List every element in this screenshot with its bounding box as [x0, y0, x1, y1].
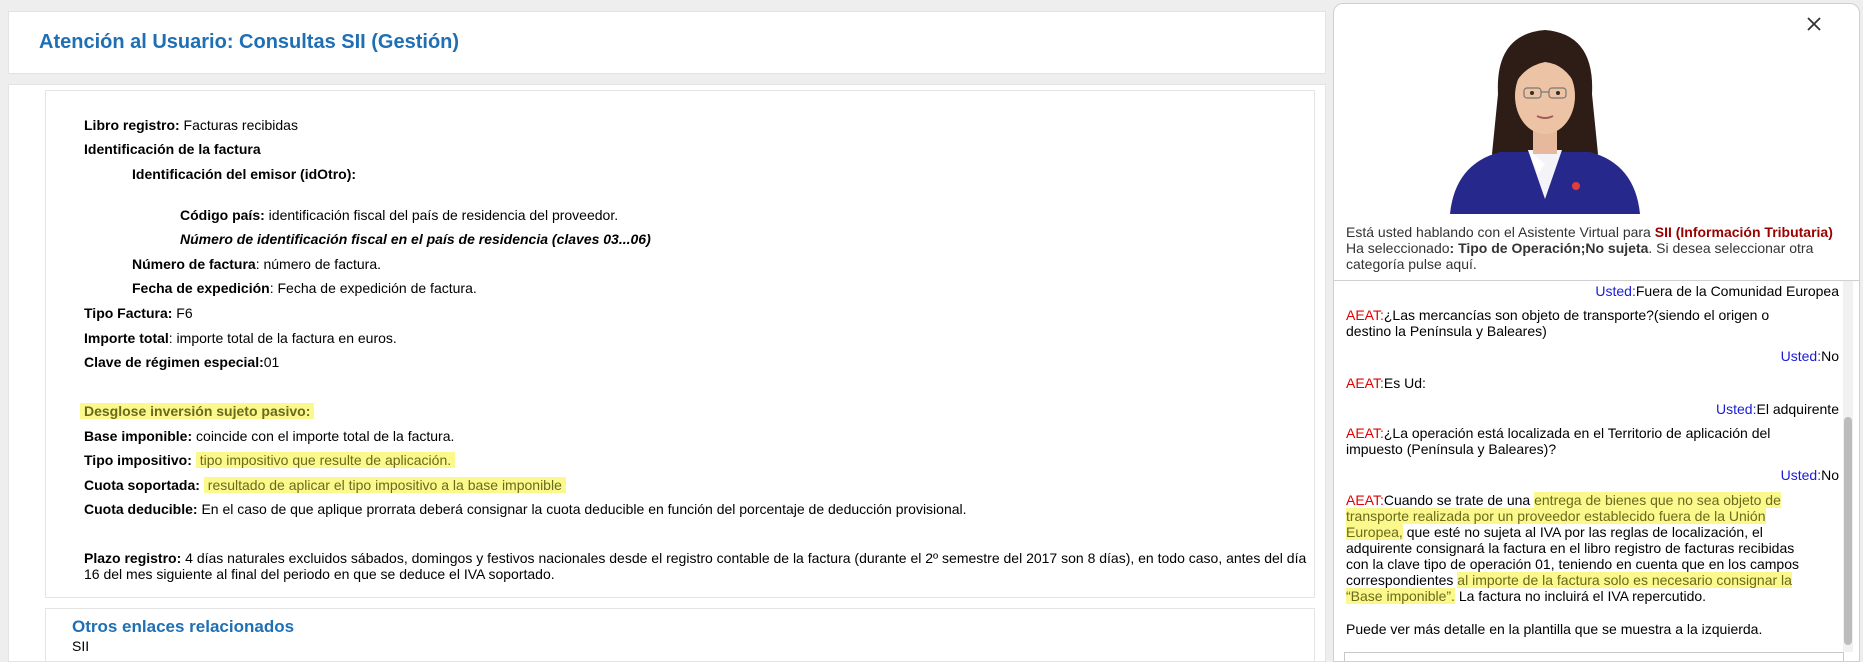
tipo-factura-label: Tipo Factura:	[84, 305, 173, 321]
tipo-factura-value: F6	[172, 305, 193, 321]
fecha-expedicion-line: Fecha de expedición: Fecha de expedición…	[132, 280, 477, 297]
bot-message-text: Cuando se trate de una	[1383, 492, 1535, 508]
identificacion-factura-label: Identificación de la factura	[84, 141, 261, 157]
importe-total-line: Importe total: importe total de la factu…	[84, 330, 397, 347]
aeat-tag: AEAT:	[1346, 492, 1384, 508]
close-icon[interactable]	[1802, 12, 1826, 36]
intro-sii: SII (Información Tributaria)	[1654, 224, 1833, 240]
numero-factura-line: Número de factura: número de factura.	[132, 256, 381, 273]
page-title: Atención al Usuario: Consultas SII (Gest…	[39, 31, 460, 53]
chat-scrollbar[interactable]	[1843, 281, 1853, 652]
plazo-registro: Plazo registro: 4 días naturales excluid…	[84, 550, 1314, 582]
libro-label: Libro registro:	[84, 117, 180, 133]
bot-message: AEAT:Cuando se trate de una entrega de b…	[1346, 492, 1816, 604]
clave-value: 01	[263, 354, 280, 370]
bot-message: AEAT:Es Ud:	[1346, 375, 1816, 391]
user-message: Usted:Fuera de la Comunidad Europea	[1595, 283, 1839, 299]
bot-message-text: La factura no incluirá el IVA repercutid…	[1454, 588, 1707, 604]
bot-message: AEAT:¿Las mercancías son objeto de trans…	[1346, 307, 1816, 339]
user-message: Usted:El adquirente	[1716, 401, 1839, 417]
user-message: Usted:No	[1781, 467, 1839, 483]
related-links-title: Otros enlaces relacionados	[72, 617, 295, 636]
plazo-label: Plazo registro:	[84, 550, 182, 566]
identificacion-emisor-label: Identificación del emisor (idOtro):	[132, 166, 357, 182]
aeat-tag: AEAT:	[1346, 375, 1384, 391]
tipo-impositivo-label: Tipo impositivo:	[84, 452, 192, 468]
codigo-pais-value: identificación fiscal del país de reside…	[264, 207, 619, 223]
user-message-text: No	[1821, 467, 1839, 483]
identificacion-factura: Identificación de la factura	[84, 141, 261, 158]
usted-tag: Usted:	[1716, 401, 1757, 417]
template-box: Libro registro: Facturas recibidas Ident…	[45, 90, 1315, 598]
tipo-factura-line: Tipo Factura: F6	[84, 305, 193, 322]
user-message: Usted:No	[1781, 348, 1839, 364]
intro-selected-category: : Tipo de Operación;No sujeta	[1449, 240, 1649, 256]
numero-factura-value: : número de factura.	[255, 256, 381, 272]
chat-input[interactable]	[1344, 652, 1844, 661]
identificacion-emisor: Identificación del emisor (idOtro):	[132, 166, 356, 183]
bot-message-text: ¿La operación está localizada en el Terr…	[1346, 425, 1771, 457]
base-imponible-line: Base imponible: coincide con el importe …	[84, 428, 454, 445]
plazo-value: 4 días naturales excluidos sábados, domi…	[84, 550, 1307, 582]
aeat-tag: AEAT:	[1346, 307, 1384, 323]
cuota-soportada-value: resultado de aplicar el tipo impositivo …	[203, 477, 566, 493]
fecha-value: : Fecha de expedición de factura.	[269, 280, 477, 296]
cuota-soportada-label: Cuota soportada:	[84, 477, 200, 493]
cuota-soportada-line: Cuota soportada: resultado de aplicar el…	[84, 477, 566, 494]
numero-factura-label: Número de factura	[132, 256, 256, 272]
importe-value: : importe total de la factura en euros.	[168, 330, 397, 346]
desglose-label: Desglose inversión sujeto pasivo:	[80, 403, 315, 419]
libro-registro-line: Libro registro: Facturas recibidas	[84, 117, 298, 134]
bot-message-text: Es Ud:	[1383, 375, 1426, 391]
user-message-text: No	[1821, 348, 1839, 364]
assistant-avatar	[1440, 24, 1650, 214]
clave-regimen-line: Clave de régimen especial:01	[84, 354, 279, 371]
base-label: Base imponible:	[84, 428, 193, 444]
codigo-pais-line: Código país: identificación fiscal del p…	[180, 207, 618, 224]
user-message-text: El adquirente	[1756, 401, 1839, 417]
cuota-deducible-label: Cuota deducible:	[84, 501, 198, 517]
related-link-sii[interactable]: SII	[72, 638, 89, 654]
intro-selected-text: Ha seleccionado	[1346, 240, 1450, 256]
clave-label: Clave de régimen especial:	[84, 354, 264, 370]
tipo-impositivo-line: Tipo impositivo: tipo impositivo que res…	[84, 452, 456, 469]
related-links-box: Otros enlaces relacionados SII	[45, 608, 1315, 661]
bot-message-text: ¿Las mercancías son objeto de transporte…	[1346, 307, 1770, 339]
usted-tag: Usted:	[1780, 467, 1822, 483]
cuota-deducible-value: En el caso de que aplique prorrata deber…	[197, 501, 967, 517]
base-value: coincide con el importe total de la fact…	[192, 428, 455, 444]
bot-message: AEAT:¿La operación está localizada en el…	[1346, 425, 1816, 457]
usted-tag: Usted:	[1780, 348, 1822, 364]
importe-label: Importe total	[84, 330, 169, 346]
libro-value: Facturas recibidas	[179, 117, 298, 133]
chat-log[interactable]: Usted:Fuera de la Comunidad Europea AEAT…	[1334, 280, 1859, 652]
user-message-text: Fuera de la Comunidad Europea	[1635, 283, 1839, 299]
desglose-heading: Desglose inversión sujeto pasivo:	[80, 403, 315, 420]
numero-identificacion: Número de identificación fiscal en el pa…	[180, 231, 651, 247]
bot-message-text: Puede ver más detalle en la plantilla qu…	[1346, 621, 1763, 637]
assistant-intro: Está usted hablando con el Asistente Vir…	[1346, 224, 1856, 272]
intro-text: Está usted hablando con el Asistente Vir…	[1346, 224, 1655, 240]
cuota-deducible-line: Cuota deducible: En el caso de que apliq…	[84, 501, 967, 518]
header-card: Atención al Usuario: Consultas SII (Gest…	[8, 11, 1326, 74]
tipo-impositivo-value: tipo impositivo que resulte de aplicació…	[195, 452, 456, 468]
fecha-label: Fecha de expedición	[132, 280, 270, 296]
main-card: Libro registro: Facturas recibidas Ident…	[8, 84, 1326, 662]
chat-scrollbar-thumb[interactable]	[1844, 417, 1852, 645]
codigo-pais-label: Código país:	[180, 207, 265, 223]
virtual-assistant-panel: Está usted hablando con el Asistente Vir…	[1333, 3, 1860, 662]
usted-tag: Usted:	[1595, 283, 1636, 299]
aeat-tag: AEAT:	[1346, 425, 1384, 441]
bot-message: Puede ver más detalle en la plantilla qu…	[1346, 621, 1816, 637]
